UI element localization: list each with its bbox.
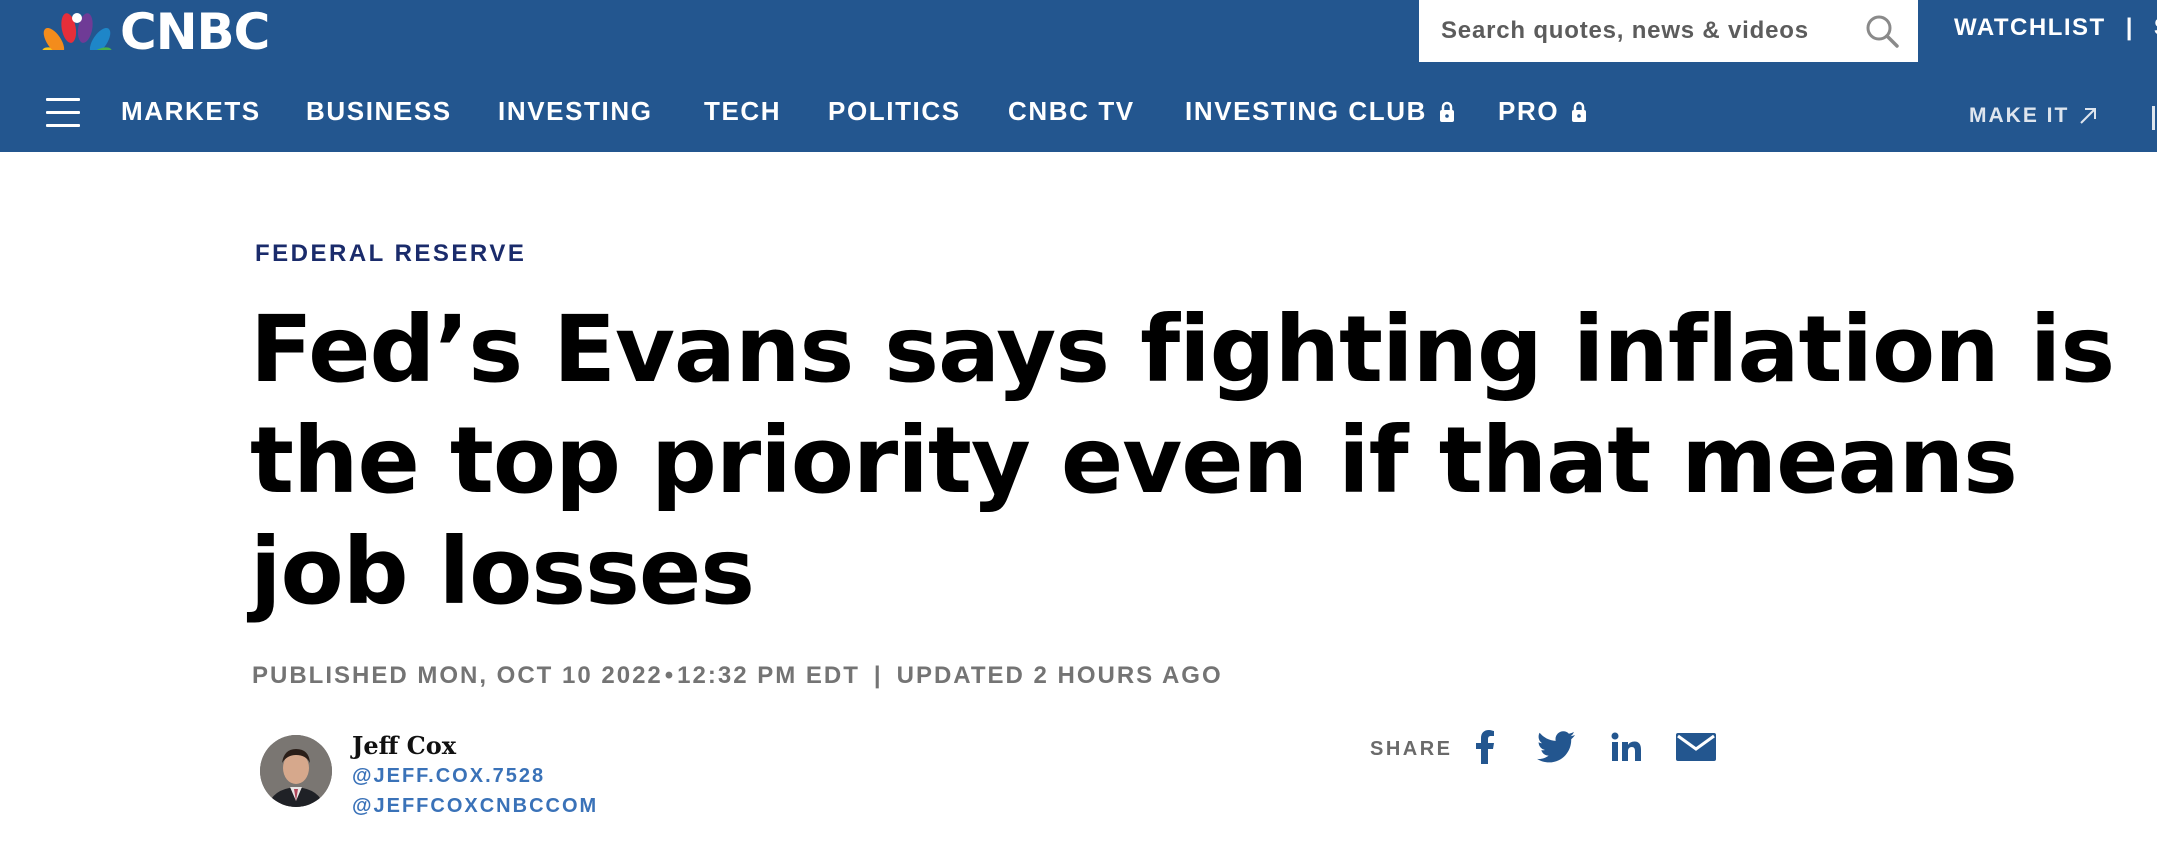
author-name-link[interactable]: Jeff Cox	[352, 731, 456, 760]
nav-make-it[interactable]: MAKE IT	[1969, 104, 2097, 128]
section-eyebrow-link[interactable]: FEDERAL RESERVE	[255, 240, 526, 268]
twitter-icon[interactable]	[1536, 728, 1576, 766]
hamburger-menu-icon[interactable]	[46, 98, 80, 128]
nav-tech[interactable]: TECH	[704, 96, 781, 127]
share-label: SHARE	[1370, 738, 1453, 760]
author-twitter-handle[interactable]: @JEFFCOXCNBCCOM	[352, 795, 598, 818]
meta-separator: |	[873, 662, 883, 689]
watchlist-area: WATCHLIST|S	[1954, 14, 2157, 42]
nav-investing[interactable]: INVESTING	[498, 96, 653, 127]
make-it-label: MAKE IT	[1969, 104, 2070, 127]
external-arrow-icon	[2080, 108, 2097, 124]
watchlist-link[interactable]: WATCHLIST	[1954, 14, 2106, 41]
nav-investing-club[interactable]: INVESTING CLUB	[1185, 96, 1455, 127]
article-headline: Fed’s Evans says fighting inflation is t…	[250, 296, 2115, 625]
search-box[interactable]	[1419, 0, 1918, 62]
nav-cut-off-item[interactable]	[2152, 106, 2155, 130]
published-time: 12:32 PM EDT	[677, 662, 860, 689]
nav-pro-label: PRO	[1498, 96, 1560, 126]
search-input[interactable]	[1439, 16, 1864, 46]
lock-icon	[1439, 101, 1454, 122]
article-timestamp: PUBLISHED MON, OCT 10 2022•12:32 PM EDT |…	[252, 662, 1223, 690]
author-facebook-handle[interactable]: @JEFF.COX.7528	[352, 765, 545, 788]
logo-wordmark: CNBC	[120, 3, 270, 61]
author-photo	[260, 735, 332, 807]
updated-time: UPDATED 2 HOURS AGO	[896, 662, 1223, 689]
header-separator: |	[2125, 14, 2134, 41]
search-icon[interactable]	[1864, 13, 1900, 49]
author-avatar[interactable]	[260, 735, 332, 807]
nav-pro[interactable]: PRO	[1498, 96, 1587, 127]
email-icon[interactable]	[1676, 728, 1716, 766]
main-nav: MARKETS BUSINESS INVESTING TECH POLITICS…	[0, 84, 2157, 144]
published-date: PUBLISHED MON, OCT 10 2022	[252, 662, 663, 689]
nav-investing-club-label: INVESTING CLUB	[1185, 96, 1427, 126]
nav-business[interactable]: BUSINESS	[306, 96, 452, 127]
nav-cnbc-tv[interactable]: CNBC TV	[1008, 96, 1135, 127]
nav-politics[interactable]: POLITICS	[828, 96, 961, 127]
meta-dot: •	[664, 662, 676, 689]
cnbc-logo[interactable]: CNBC	[40, 3, 270, 61]
facebook-icon[interactable]	[1472, 728, 1498, 766]
lock-icon	[1572, 101, 1587, 122]
linkedin-icon[interactable]	[1610, 728, 1642, 766]
top-header: CNBC WATCHLIST|S MARKETS BUSINESS INVEST…	[0, 0, 2157, 152]
nav-markets[interactable]: MARKETS	[121, 96, 261, 127]
peacock-icon	[40, 13, 114, 54]
